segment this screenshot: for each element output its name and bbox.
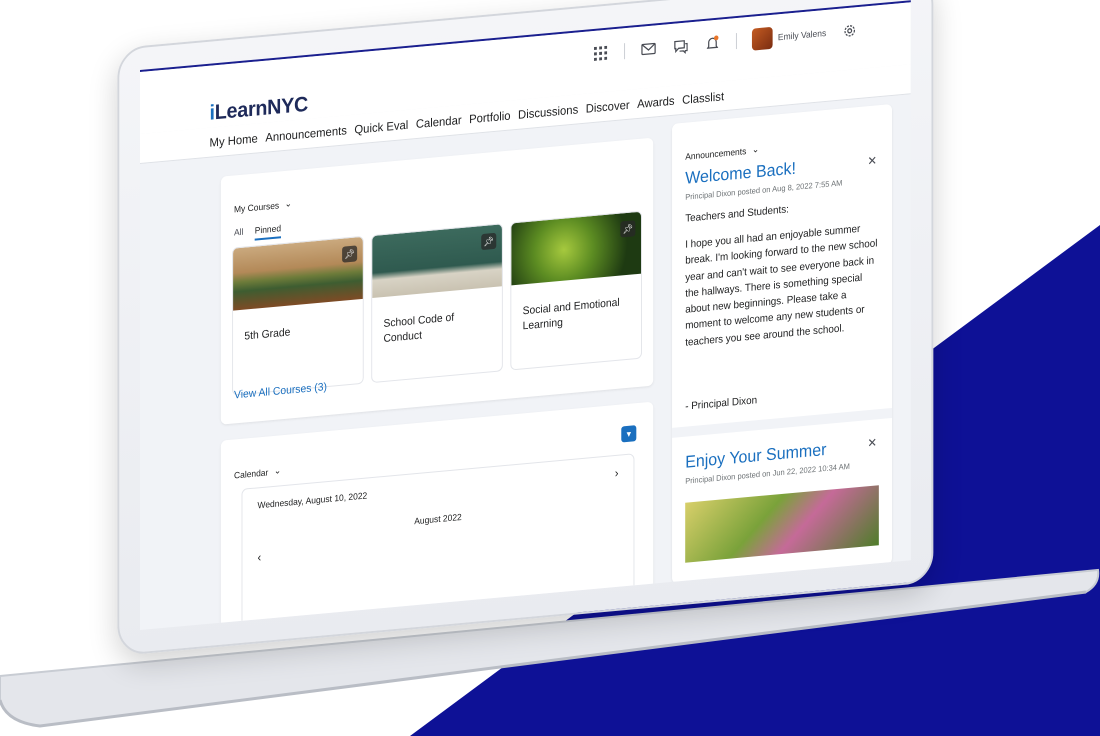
mail-icon[interactable] bbox=[640, 39, 657, 59]
avatar bbox=[751, 26, 773, 51]
course-image: 📌︎ bbox=[372, 224, 503, 299]
nav-item-quick-eval[interactable]: Quick Eval bbox=[354, 118, 408, 137]
calendar-prev-button[interactable]: ‹ bbox=[258, 550, 262, 564]
user-menu[interactable]: Emily Valens bbox=[751, 22, 827, 51]
course-tiles: 📌︎ 5th Grade 📌︎ School Code of Conduct 📌… bbox=[232, 210, 642, 396]
announcements-title: Announcements bbox=[685, 145, 747, 162]
nav-item-announcements[interactable]: Announcements bbox=[265, 123, 347, 144]
course-name: School Code of Conduct bbox=[383, 311, 455, 345]
pin-icon[interactable]: 📌︎ bbox=[342, 245, 358, 263]
nav-item-portfolio[interactable]: Portfolio bbox=[469, 108, 510, 126]
gear-icon[interactable] bbox=[841, 21, 858, 41]
course-image: 📌︎ bbox=[233, 236, 364, 311]
calendar-next-button[interactable]: › bbox=[615, 466, 619, 480]
nav-item-discussions[interactable]: Discussions bbox=[518, 102, 578, 121]
my-courses-header[interactable]: My Courses ⌄ bbox=[234, 198, 292, 214]
pin-icon[interactable]: 📌︎ bbox=[481, 232, 497, 251]
user-name: Emily Valens bbox=[777, 27, 827, 43]
pin-icon[interactable]: 📌︎ bbox=[620, 220, 636, 238]
chevron-down-icon[interactable]: ⌄ bbox=[285, 198, 292, 210]
course-image: 📌︎ bbox=[511, 211, 642, 286]
tab-pinned[interactable]: Pinned bbox=[254, 223, 282, 241]
calendar-toggle-button[interactable]: ▼ bbox=[621, 425, 637, 443]
announcement-image bbox=[685, 485, 879, 563]
course-name: 5th Grade bbox=[244, 326, 291, 343]
chat-icon[interactable] bbox=[672, 36, 689, 56]
chevron-down-icon[interactable]: ⌄ bbox=[752, 144, 759, 156]
grid-icon[interactable] bbox=[592, 44, 609, 64]
my-courses-widget: My Courses ⌄ All Pinned 📌︎ 5th Grade 📌︎ … bbox=[220, 137, 654, 425]
top-icons: Emily Valens bbox=[592, 19, 858, 65]
screen-stage: iLearnNYC Emily Valens My Home Announcem… bbox=[117, 0, 934, 657]
calendar-selected-date: Wednesday, August 10, 2022 bbox=[257, 490, 368, 511]
laptop: iLearnNYC Emily Valens My Home Announcem… bbox=[0, 0, 1100, 736]
announcements-widget: Announcements ⌄ ✕ Welcome Back! Principa… bbox=[672, 104, 892, 584]
course-name: Social and Emotional Learning bbox=[522, 296, 620, 333]
nav-item-calendar[interactable]: Calendar bbox=[416, 113, 462, 131]
nav-item-discover[interactable]: Discover bbox=[586, 98, 630, 116]
close-icon[interactable]: ✕ bbox=[868, 435, 877, 450]
calendar-header[interactable]: Calendar ⌄ bbox=[234, 465, 281, 480]
screen: iLearnNYC Emily Valens My Home Announcem… bbox=[140, 0, 911, 631]
nav-item-classlist[interactable]: Classlist bbox=[682, 89, 724, 107]
bell-icon[interactable] bbox=[704, 34, 721, 54]
nav-item-awards[interactable]: Awards bbox=[637, 94, 674, 111]
announcement-body: I hope you all had an enjoyable summer b… bbox=[685, 222, 878, 349]
chevron-down-icon[interactable]: ⌄ bbox=[274, 465, 281, 477]
divider bbox=[623, 43, 625, 60]
my-courses-title: My Courses bbox=[234, 199, 280, 214]
course-tile-social-emotional[interactable]: 📌︎ Social and Emotional Learning bbox=[510, 210, 642, 371]
tab-all[interactable]: All bbox=[234, 227, 243, 243]
course-tile-code-of-conduct[interactable]: 📌︎ School Code of Conduct bbox=[371, 223, 503, 384]
course-tabs: All Pinned bbox=[234, 223, 282, 243]
announcement-signature: - Principal Dixon bbox=[685, 394, 758, 413]
close-icon[interactable]: ✕ bbox=[868, 153, 877, 168]
nav-item-my-home[interactable]: My Home bbox=[210, 131, 258, 149]
divider bbox=[735, 33, 737, 50]
calendar-title: Calendar bbox=[234, 466, 269, 480]
course-tile-5th-grade[interactable]: 📌︎ 5th Grade bbox=[232, 235, 364, 396]
announcements-header[interactable]: Announcements ⌄ bbox=[685, 144, 759, 162]
